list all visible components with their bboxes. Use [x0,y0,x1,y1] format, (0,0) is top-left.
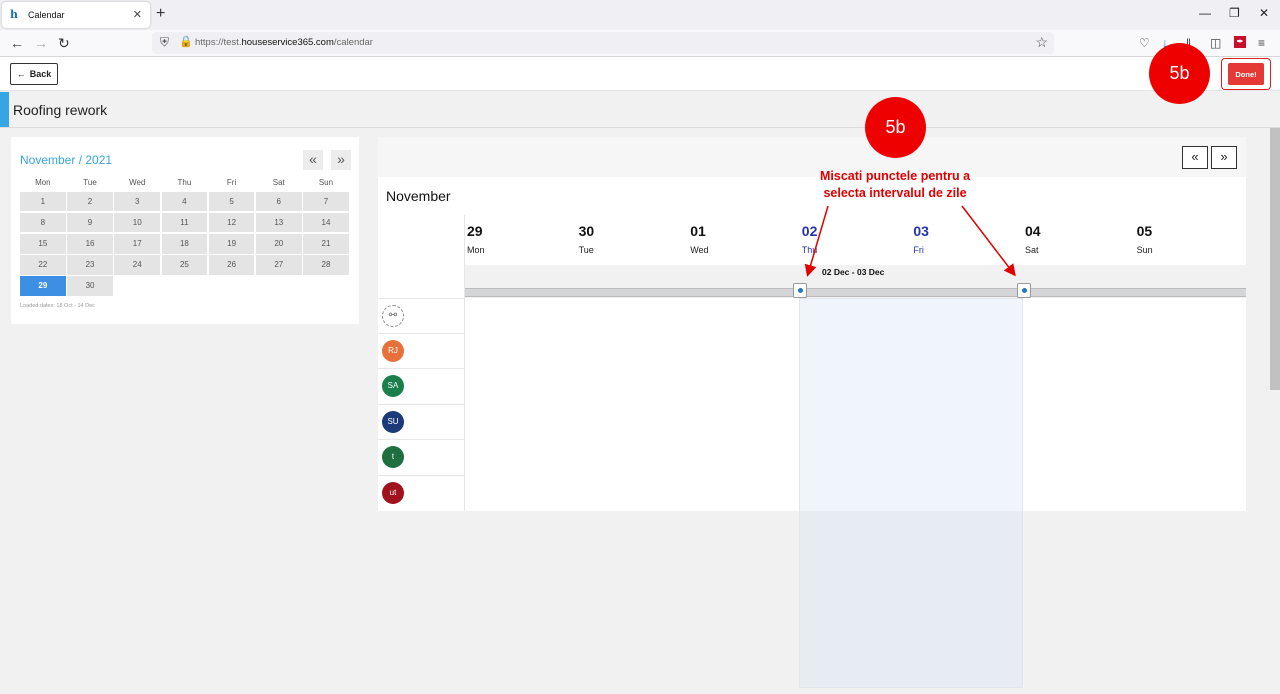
arrow-to-start-handle [804,205,829,277]
page-scrollbar-thumb[interactable] [1270,128,1280,390]
arrow-to-end-handle [961,205,1016,277]
annotation-arrows [804,205,1016,277]
